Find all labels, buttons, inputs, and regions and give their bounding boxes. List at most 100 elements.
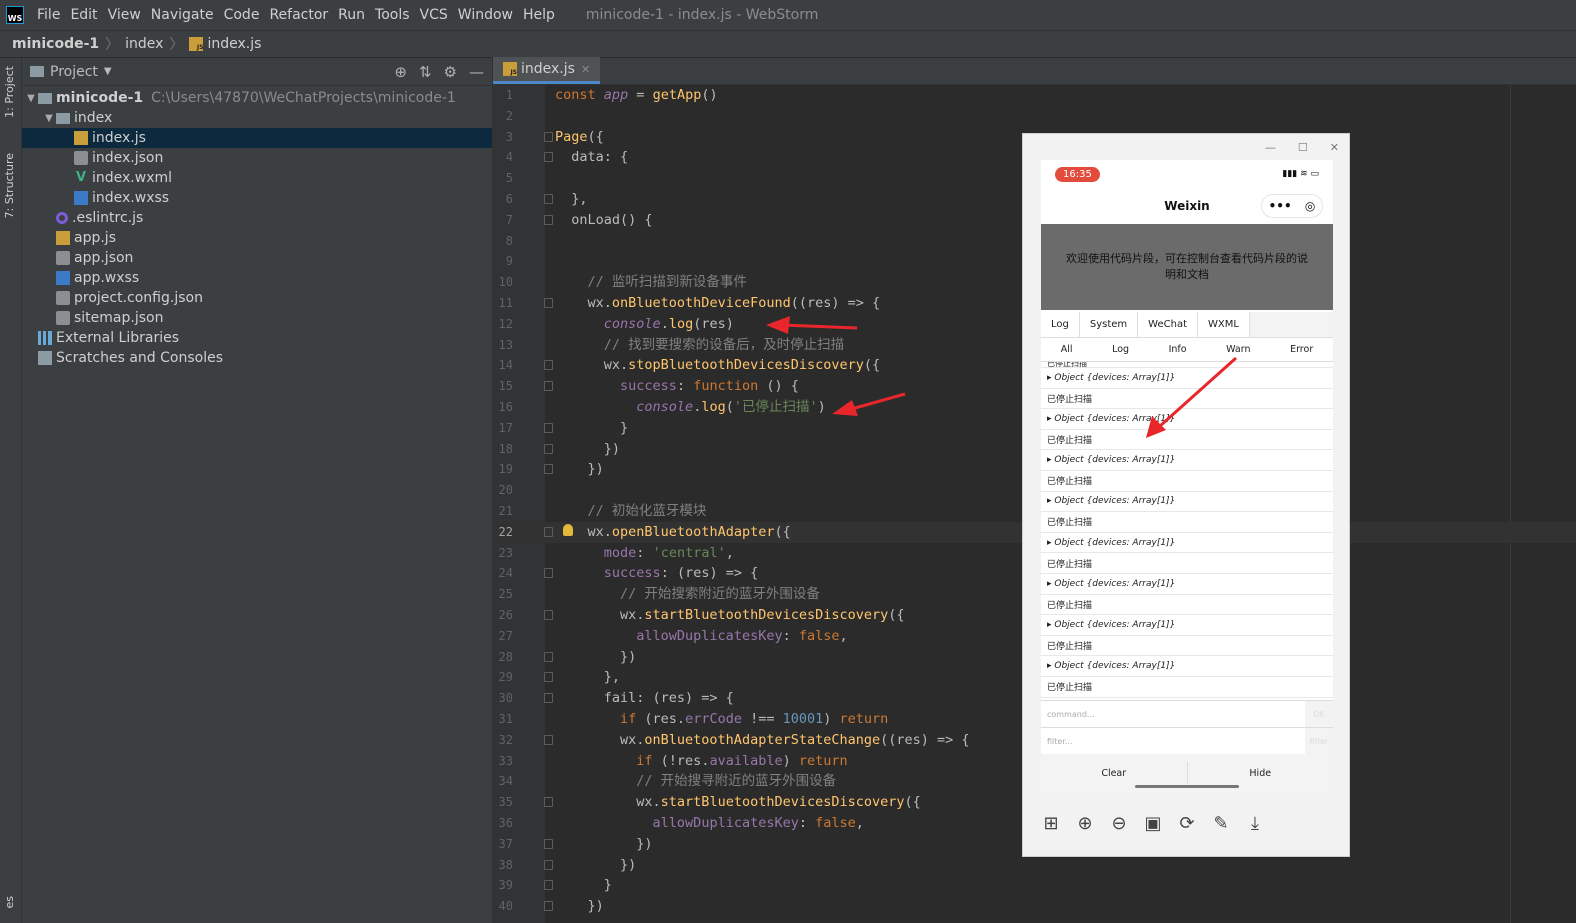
breadcrumb-folder[interactable]: index <box>125 36 163 52</box>
close-circle-icon[interactable]: ◎ <box>1305 199 1315 213</box>
breadcrumb-project[interactable]: minicode-1 <box>12 36 99 52</box>
zoom-in-icon[interactable]: ⊕ <box>1075 813 1095 834</box>
pencil-icon[interactable]: ✎ <box>1211 813 1231 834</box>
menu-vcs[interactable]: VCS <box>415 7 453 23</box>
log-row[interactable]: ▸ Object {devices: Array[1]} <box>1041 450 1333 471</box>
tree-item[interactable]: index.json <box>22 148 492 168</box>
console-tab-wechat[interactable]: WeChat <box>1138 312 1198 337</box>
fold-marker-icon[interactable] <box>544 443 553 454</box>
more-dots-icon[interactable]: ••• <box>1269 199 1292 213</box>
minimize-icon[interactable]: — <box>1265 141 1276 154</box>
tool-tab-project[interactable]: 1: Project <box>3 66 16 118</box>
fold-marker-icon[interactable] <box>544 838 553 849</box>
command-input[interactable]: command... OK <box>1041 700 1333 728</box>
fold-marker-icon[interactable] <box>544 214 553 225</box>
tree-root[interactable]: ▼ minicode-1 C:\Users\47870\WeChatProjec… <box>22 88 492 108</box>
code-line[interactable]: 40 }) <box>493 896 1576 917</box>
ok-button[interactable]: OK <box>1305 701 1333 728</box>
fold-marker-icon[interactable] <box>544 672 553 683</box>
tree-item[interactable]: Vindex.wxml <box>22 168 492 188</box>
tree-item[interactable]: sitemap.json <box>22 308 492 328</box>
minimize-icon[interactable]: — <box>469 63 484 81</box>
fold-marker-icon[interactable] <box>544 422 553 433</box>
log-row[interactable]: ▸ Object {devices: Array[1]} <box>1041 409 1333 430</box>
menu-edit[interactable]: Edit <box>65 7 102 23</box>
menu-run[interactable]: Run <box>333 7 370 23</box>
close-icon[interactable]: ✕ <box>581 63 590 76</box>
menu-help[interactable]: Help <box>518 7 560 23</box>
log-row[interactable]: ▸ Object {devices: Array[1]} <box>1041 615 1333 636</box>
filter-info[interactable]: Info <box>1169 344 1187 355</box>
filter-all[interactable]: All <box>1061 344 1073 355</box>
locate-icon[interactable]: ⊕ <box>394 63 407 81</box>
filter-input[interactable]: filter... filter <box>1041 727 1333 755</box>
filter-button[interactable]: filter <box>1305 728 1333 755</box>
menu-window[interactable]: Window <box>453 7 518 23</box>
rotate-icon[interactable]: ⟳ <box>1177 813 1197 834</box>
log-row[interactable]: ▸ Object {devices: Array[1]} <box>1041 656 1333 677</box>
chevron-down-icon[interactable]: ▼ <box>104 66 112 77</box>
code-line[interactable]: 1 const app = getApp() <box>493 85 1576 106</box>
fold-marker-icon[interactable] <box>544 880 553 891</box>
fold-marker-icon[interactable] <box>544 568 553 579</box>
gear-icon[interactable]: ⚙ <box>444 63 457 81</box>
console-tab-wxml[interactable]: WXML <box>1198 312 1250 337</box>
grid-icon[interactable]: ⊞ <box>1041 813 1061 834</box>
console-tab-log[interactable]: Log <box>1041 312 1080 337</box>
lightbulb-icon[interactable] <box>563 524 573 536</box>
filter-error[interactable]: Error <box>1290 344 1313 355</box>
tab-index-js[interactable]: index.js ✕ <box>493 57 601 84</box>
tree-item[interactable]: External Libraries <box>22 328 492 348</box>
fold-marker-icon[interactable] <box>544 693 553 704</box>
log-row[interactable]: ▸ Object {devices: Array[1]} <box>1041 368 1333 389</box>
tree-item[interactable]: index.wxss <box>22 188 492 208</box>
log-row[interactable]: ▸ Object {devices: Array[1]} <box>1041 533 1333 554</box>
project-panel-title[interactable]: Project <box>50 64 98 80</box>
fold-marker-icon[interactable] <box>544 381 553 392</box>
log-row[interactable]: ▸ Object {devices: Array[1]} <box>1041 492 1333 513</box>
tool-tab-bottom[interactable]: es <box>3 896 16 909</box>
fold-marker-icon[interactable] <box>544 360 553 371</box>
close-icon[interactable]: ✕ <box>1330 141 1339 154</box>
tree-item[interactable]: index.js <box>22 128 492 148</box>
fold-marker-icon[interactable] <box>544 298 553 308</box>
tree-item[interactable]: app.wxss <box>22 268 492 288</box>
fold-marker-icon[interactable] <box>544 651 553 662</box>
menu-code[interactable]: Code <box>219 7 265 23</box>
filter-log[interactable]: Log <box>1112 344 1129 355</box>
fold-marker-icon[interactable] <box>544 901 553 912</box>
fold-marker-icon[interactable] <box>544 152 553 163</box>
fold-marker-icon[interactable] <box>544 797 553 808</box>
breadcrumb-file[interactable]: index.js <box>207 36 261 52</box>
menu-file[interactable]: File <box>32 7 65 23</box>
clear-button[interactable]: Clear <box>1041 762 1188 784</box>
collapse-all-icon[interactable]: ⇅ <box>419 63 432 81</box>
tree-item[interactable]: project.config.json <box>22 288 492 308</box>
tree-item[interactable]: app.js <box>22 228 492 248</box>
expand-arrow-icon[interactable]: ▼ <box>42 113 56 124</box>
fold-marker-icon[interactable] <box>544 859 553 870</box>
menu-navigate[interactable]: Navigate <box>146 7 219 23</box>
tree-item[interactable]: app.json <box>22 248 492 268</box>
log-row[interactable]: ▸ Object {devices: Array[1]} <box>1041 574 1333 595</box>
fold-marker-icon[interactable] <box>544 131 553 142</box>
fold-marker-icon[interactable] <box>544 194 553 204</box>
tree-item[interactable]: ▼ index <box>22 108 492 128</box>
menu-refactor[interactable]: Refactor <box>264 7 333 23</box>
fold-marker-icon[interactable] <box>544 526 553 537</box>
zoom-out-icon[interactable]: ⊖ <box>1109 813 1129 834</box>
filter-warn[interactable]: Warn <box>1226 344 1250 355</box>
fold-marker-icon[interactable] <box>544 734 553 745</box>
maximize-icon[interactable]: ☐ <box>1298 141 1308 154</box>
code-line[interactable]: 2 <box>493 106 1576 127</box>
code-line[interactable]: 38 }) <box>493 855 1576 876</box>
fold-marker-icon[interactable] <box>544 464 553 475</box>
download-icon[interactable]: ⤓ <box>1245 813 1265 834</box>
tree-item[interactable]: .eslintrc.js <box>22 208 492 228</box>
fold-marker-icon[interactable] <box>544 610 553 620</box>
actual-size-icon[interactable]: ▣ <box>1143 813 1163 834</box>
menu-tools[interactable]: Tools <box>370 7 415 23</box>
tool-tab-structure[interactable]: 7: Structure <box>3 153 16 218</box>
code-line[interactable]: 39 } <box>493 875 1576 896</box>
expand-arrow-icon[interactable]: ▼ <box>24 93 38 104</box>
